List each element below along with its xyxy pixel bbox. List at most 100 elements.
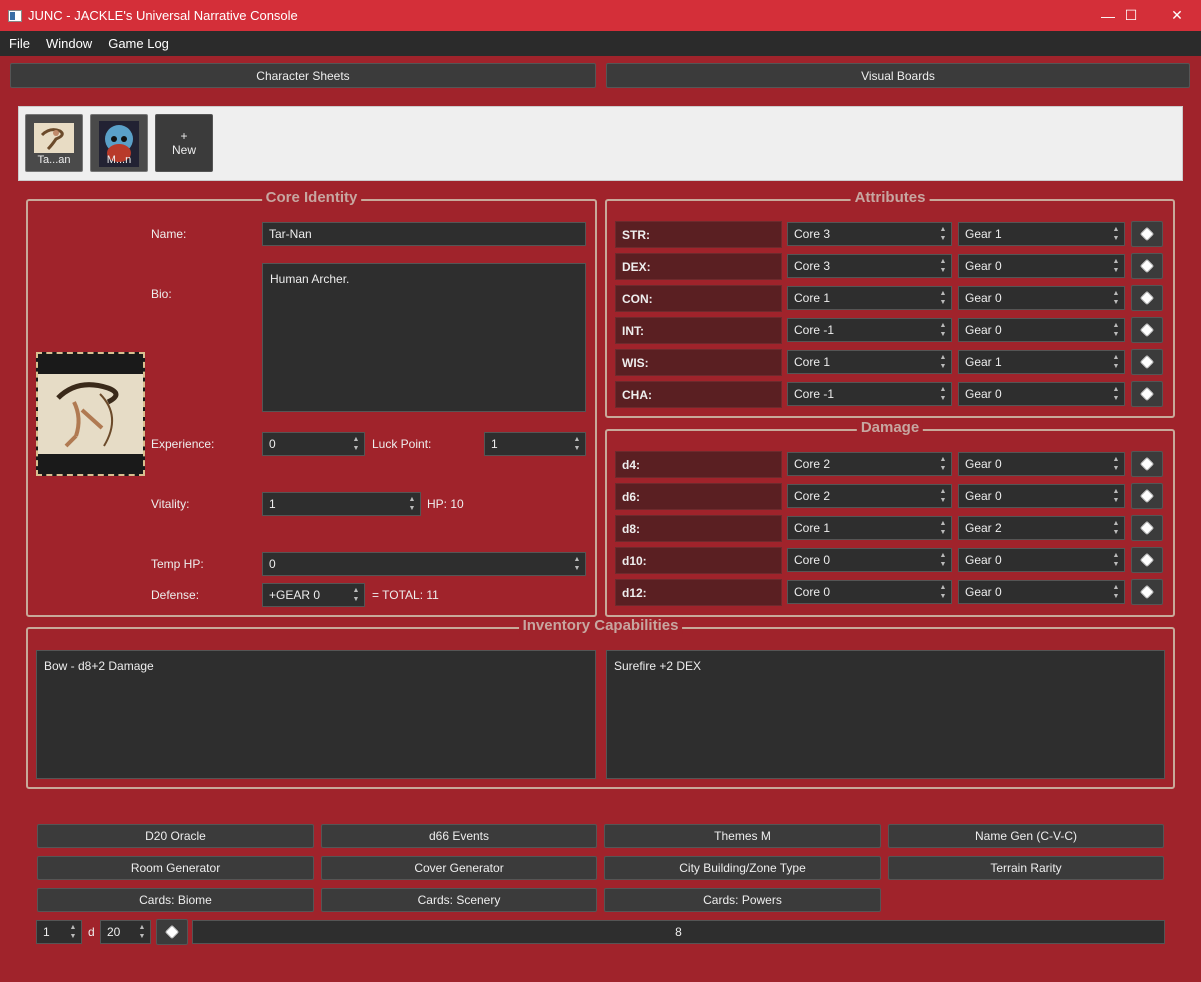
spin-arrows-icon[interactable]: ▲ ▼	[935, 383, 951, 405]
core-spinbox[interactable]: Core -1 ▲ ▼	[787, 318, 952, 342]
spin-arrows-icon[interactable]: ▲ ▼	[1108, 287, 1124, 309]
spin-arrows-icon[interactable]: ▲ ▼	[935, 319, 951, 341]
spin-arrows-icon[interactable]: ▲ ▼	[935, 351, 951, 373]
character-thumb-2[interactable]: M...n	[90, 114, 148, 172]
dice-sides-spinbox[interactable]: 20 ▲ ▼	[100, 920, 151, 944]
spin-arrows-icon[interactable]: ▲ ▼	[569, 433, 585, 455]
roll-stat-button[interactable]	[1131, 579, 1163, 605]
luck-spinbox[interactable]: 1 ▲ ▼	[484, 432, 586, 456]
spin-arrows-icon[interactable]: ▲ ▼	[1108, 549, 1124, 571]
core-spinbox[interactable]: Core 2 ▲ ▼	[787, 484, 952, 508]
tool-button[interactable]: Cards: Biome	[37, 888, 314, 912]
roll-stat-button[interactable]	[1131, 285, 1163, 311]
new-character-button[interactable]: + New	[155, 114, 213, 172]
spin-arrows-icon[interactable]: ▲ ▼	[1108, 319, 1124, 341]
tool-button[interactable]: Name Gen (C-V-C)	[888, 824, 1164, 848]
gear-spinbox[interactable]: Gear 0 ▲ ▼	[958, 484, 1125, 508]
name-input[interactable]: Tar-Nan	[262, 222, 586, 246]
defense-gear-spinbox[interactable]: +GEAR 0 ▲ ▼	[262, 583, 365, 607]
core-spinbox[interactable]: Core 1 ▲ ▼	[787, 516, 952, 540]
spin-arrows-icon[interactable]: ▲ ▼	[1108, 453, 1124, 475]
spin-arrows-icon[interactable]: ▲ ▼	[134, 921, 150, 943]
spin-arrows-icon[interactable]: ▲ ▼	[1108, 351, 1124, 373]
window-titlebar: JUNC - JACKLE's Universal Narrative Cons…	[0, 0, 1201, 31]
gear-spinbox[interactable]: Gear 0 ▲ ▼	[958, 382, 1125, 406]
spin-arrows-icon[interactable]: ▲ ▼	[1108, 223, 1124, 245]
tool-button[interactable]: Cards: Powers	[604, 888, 881, 912]
spin-arrows-icon[interactable]: ▲ ▼	[1108, 255, 1124, 277]
visual-boards-button[interactable]: Visual Boards	[606, 63, 1190, 88]
spin-arrows-icon[interactable]: ▲ ▼	[65, 921, 81, 943]
gear-spinbox[interactable]: Gear 0 ▲ ▼	[958, 452, 1125, 476]
spin-arrows-icon[interactable]: ▲ ▼	[1108, 485, 1124, 507]
roll-stat-button[interactable]	[1131, 483, 1163, 509]
capabilities-textarea[interactable]: Surefire +2 DEX	[606, 650, 1165, 779]
gear-spinbox[interactable]: Gear 2 ▲ ▼	[958, 516, 1125, 540]
tool-button[interactable]: City Building/Zone Type	[604, 856, 881, 880]
spin-arrows-icon[interactable]: ▲ ▼	[1108, 383, 1124, 405]
spin-arrows-icon[interactable]: ▲ ▼	[348, 433, 364, 455]
roll-stat-button[interactable]	[1131, 349, 1163, 375]
character-thumb-1[interactable]: Ta...an	[25, 114, 83, 172]
luck-value: 1	[491, 437, 498, 451]
bio-textarea[interactable]: Human Archer.	[262, 263, 586, 412]
roll-stat-button[interactable]	[1131, 547, 1163, 573]
tool-button[interactable]: Cover Generator	[321, 856, 597, 880]
close-button[interactable]: ✕	[1154, 0, 1200, 31]
damage-title: Damage	[856, 419, 924, 436]
spin-arrows-icon[interactable]: ▲ ▼	[404, 493, 420, 515]
spin-arrows-icon[interactable]: ▲ ▼	[348, 584, 364, 606]
spin-arrows-icon[interactable]: ▲ ▼	[935, 287, 951, 309]
roll-stat-button[interactable]	[1131, 381, 1163, 407]
temp-hp-spinbox[interactable]: 0 ▲ ▼	[262, 552, 586, 576]
core-spinbox[interactable]: Core 3 ▲ ▼	[787, 222, 952, 246]
dice-sides-value: 20	[107, 925, 121, 939]
gear-spinbox[interactable]: Gear 0 ▲ ▼	[958, 318, 1125, 342]
spin-arrows-icon[interactable]: ▲ ▼	[935, 581, 951, 603]
menu-window[interactable]: Window	[38, 36, 100, 51]
roll-stat-button[interactable]	[1131, 451, 1163, 477]
gear-spinbox[interactable]: Gear 1 ▲ ▼	[958, 222, 1125, 246]
spin-arrows-icon[interactable]: ▲ ▼	[1108, 517, 1124, 539]
experience-spinbox[interactable]: 0 ▲ ▼	[262, 432, 365, 456]
spin-arrows-icon[interactable]: ▲ ▼	[935, 485, 951, 507]
maximize-button[interactable]: ☐	[1108, 0, 1154, 31]
core-spinbox[interactable]: Core 0 ▲ ▼	[787, 548, 952, 572]
spin-arrows-icon[interactable]: ▲ ▼	[935, 517, 951, 539]
spin-arrows-icon[interactable]: ▲ ▼	[935, 223, 951, 245]
gear-spinbox[interactable]: Gear 0 ▲ ▼	[958, 254, 1125, 278]
roll-stat-button[interactable]	[1131, 253, 1163, 279]
gear-spinbox[interactable]: Gear 0 ▲ ▼	[958, 286, 1125, 310]
core-spinbox[interactable]: Core 1 ▲ ▼	[787, 286, 952, 310]
spin-arrows-icon[interactable]: ▲ ▼	[569, 553, 585, 575]
character-portrait[interactable]	[36, 352, 145, 476]
spin-arrows-icon[interactable]: ▲ ▼	[935, 453, 951, 475]
core-spinbox[interactable]: Core 2 ▲ ▼	[787, 452, 952, 476]
tool-button[interactable]: Cards: Scenery	[321, 888, 597, 912]
inventory-textarea[interactable]: Bow - d8+2 Damage	[36, 650, 596, 779]
spin-arrows-icon[interactable]: ▲ ▼	[935, 549, 951, 571]
tool-button[interactable]: d66 Events	[321, 824, 597, 848]
tool-button[interactable]: Themes M	[604, 824, 881, 848]
core-spinbox[interactable]: Core 0 ▲ ▼	[787, 580, 952, 604]
roll-stat-button[interactable]	[1131, 515, 1163, 541]
core-spinbox[interactable]: Core 3 ▲ ▼	[787, 254, 952, 278]
gear-spinbox[interactable]: Gear 0 ▲ ▼	[958, 580, 1125, 604]
tool-button[interactable]: Terrain Rarity	[888, 856, 1164, 880]
gear-spinbox[interactable]: Gear 1 ▲ ▼	[958, 350, 1125, 374]
gear-spinbox[interactable]: Gear 0 ▲ ▼	[958, 548, 1125, 572]
vitality-spinbox[interactable]: 1 ▲ ▼	[262, 492, 421, 516]
roll-dice-button[interactable]	[156, 919, 188, 945]
roll-stat-button[interactable]	[1131, 221, 1163, 247]
menu-file[interactable]: File	[0, 36, 38, 51]
core-spinbox[interactable]: Core 1 ▲ ▼	[787, 350, 952, 374]
spin-arrows-icon[interactable]: ▲ ▼	[935, 255, 951, 277]
core-spinbox[interactable]: Core -1 ▲ ▼	[787, 382, 952, 406]
tool-button[interactable]: D20 Oracle	[37, 824, 314, 848]
roll-stat-button[interactable]	[1131, 317, 1163, 343]
menu-game-log[interactable]: Game Log	[100, 36, 177, 51]
dice-count-spinbox[interactable]: 1 ▲ ▼	[36, 920, 82, 944]
tool-button[interactable]: Room Generator	[37, 856, 314, 880]
spin-arrows-icon[interactable]: ▲ ▼	[1108, 581, 1124, 603]
character-sheets-button[interactable]: Character Sheets	[10, 63, 596, 88]
